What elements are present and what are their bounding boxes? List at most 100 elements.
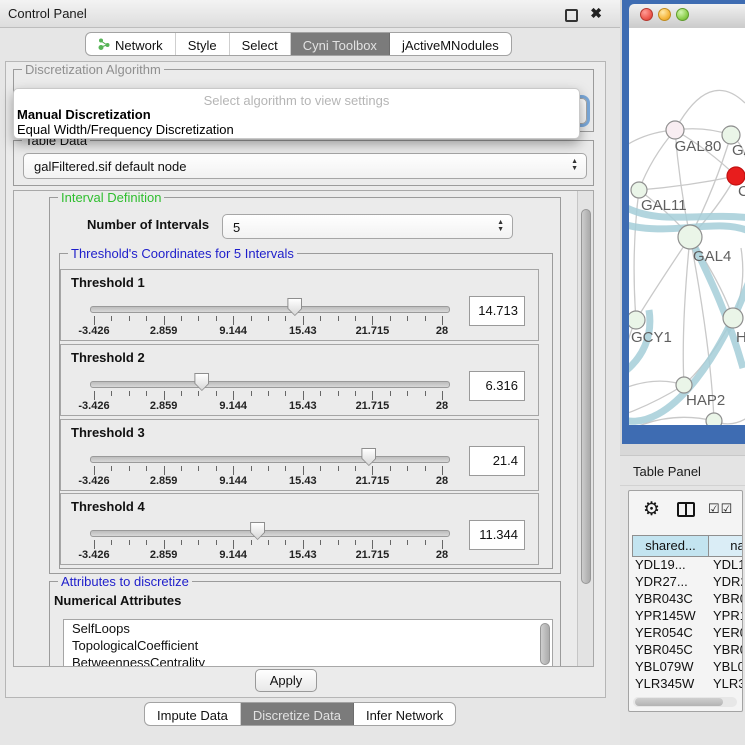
cell-shared-name: YER054C <box>635 625 693 641</box>
numerical-attributes-list[interactable]: SelfLoopsTopologicalCoefficientBetweenne… <box>63 619 553 667</box>
table-horizontal-scrollbar-thumb[interactable] <box>635 698 723 706</box>
table-horizontal-scrollbar[interactable] <box>633 697 737 707</box>
threshold-1-slider[interactable] <box>90 306 450 313</box>
network-edge[interactable] <box>675 90 745 130</box>
slider-tick-label: 15.43 <box>281 475 325 487</box>
cell-shared-name: YBL079W <box>635 659 694 675</box>
threshold-3-panel: Threshold 3 21.4 -3.4262.8599.14415.4321… <box>60 419 539 491</box>
table-row[interactable]: YBR045CYBR04 <box>632 642 743 659</box>
slider-tick <box>164 316 165 325</box>
threshold-3-value-field[interactable]: 21.4 <box>469 446 525 476</box>
threshold-2-value-field[interactable]: 6.316 <box>469 371 525 401</box>
slider-tick <box>303 540 304 549</box>
slider-tick <box>268 540 269 545</box>
network-node-label: HAP2 <box>686 392 725 409</box>
slider-tick-label: -3.426 <box>72 400 116 412</box>
table-data-combo[interactable]: galFiltered.sif default node ▲▼ <box>23 153 587 179</box>
attribute-list-item[interactable]: SelfLoops <box>64 620 552 637</box>
control-panel-titlebar: Control Panel ✖ <box>0 0 620 28</box>
slider-tick-label: 15.43 <box>281 549 325 561</box>
network-node-label: H <box>736 329 745 346</box>
attribute-list-item[interactable]: TopologicalCoefficient <box>64 637 552 654</box>
select-checkboxes-icon[interactable]: ☑☑ <box>708 501 733 517</box>
slider-tick-label: 2.859 <box>142 400 186 412</box>
slider-tick <box>303 391 304 400</box>
network-node[interactable] <box>631 182 647 198</box>
threshold-4-value-field[interactable]: 11.344 <box>469 520 525 550</box>
tab-cyni-toolbox[interactable]: Cyni Toolbox <box>291 33 390 55</box>
tab-select[interactable]: Select <box>230 33 291 55</box>
apply-button[interactable]: Apply <box>255 669 317 692</box>
dropdown-placeholder-option[interactable]: Select algorithm to view settings <box>14 93 579 108</box>
network-window-titlebar <box>629 4 745 29</box>
dropdown-option-equal-width[interactable]: Equal Width/Frequency Discretization <box>17 122 234 137</box>
interval-definition-title: Interval Definition <box>58 190 164 205</box>
tab-impute-data[interactable]: Impute Data <box>145 703 241 725</box>
table-row[interactable]: YER054CYER05 <box>632 625 743 642</box>
slider-tick <box>320 391 321 396</box>
slider-tick <box>94 466 95 475</box>
dropdown-option-manual[interactable]: Manual Discretization <box>17 107 151 122</box>
slider-tick <box>442 540 443 549</box>
tab-infer-network[interactable]: Infer Network <box>354 703 455 725</box>
network-edge[interactable] <box>639 176 736 190</box>
tab-label: Cyni Toolbox <box>303 38 377 53</box>
zoom-traffic-light-icon[interactable] <box>676 8 689 21</box>
network-edge[interactable] <box>683 237 690 385</box>
minimize-traffic-light-icon[interactable] <box>658 8 671 21</box>
table-row[interactable]: YBR043CYBR04 <box>632 591 743 608</box>
network-edge[interactable] <box>636 237 690 320</box>
settings-scrollbar[interactable] <box>577 191 593 666</box>
table-row[interactable]: YDR27...YDR27 <box>632 574 743 591</box>
slider-thumb[interactable] <box>287 298 302 316</box>
cell-shared-name: YDL19... <box>635 557 686 573</box>
network-canvas[interactable]: GAL80GACGAL11GAL4GCY1HHAP2 <box>629 28 745 425</box>
list-scrollbar[interactable] <box>540 623 550 665</box>
cell-shared-name: YBR043C <box>635 591 693 607</box>
attribute-list-item[interactable]: BetweennessCentrality <box>64 654 552 667</box>
threshold-4-label: Threshold 4 <box>71 499 145 514</box>
close-traffic-light-icon[interactable] <box>640 8 653 21</box>
slider-thumb[interactable] <box>194 373 209 391</box>
threshold-coordinates-title: Threshold's Coordinates for 5 Intervals <box>68 246 297 261</box>
tab-discretize-data[interactable]: Discretize Data <box>241 703 354 725</box>
network-node[interactable] <box>706 413 722 425</box>
slider-thumb[interactable] <box>250 522 265 540</box>
settings-scrollbar-thumb[interactable] <box>581 209 591 584</box>
column-header-name[interactable]: name <box>708 535 743 557</box>
slider-thumb[interactable] <box>361 448 376 466</box>
gear-icon[interactable]: ⚙ <box>643 498 660 521</box>
tab-style[interactable]: Style <box>176 33 230 55</box>
network-node[interactable] <box>666 121 684 139</box>
table-row[interactable]: YPR145WYPR14 <box>632 608 743 625</box>
table-row[interactable]: YIL052CYIL05 <box>632 693 743 696</box>
number-of-intervals-combo[interactable]: 5 ▲▼ <box>222 214 513 239</box>
threshold-3-slider[interactable] <box>90 456 450 463</box>
table-row[interactable]: YLR345WYLR34 <box>632 676 743 693</box>
close-icon[interactable]: ✖ <box>590 5 602 22</box>
table-row[interactable]: YBL079WYBL07 <box>632 659 743 676</box>
table-data-group: Table Data galFiltered.sif default node … <box>13 140 594 186</box>
network-node[interactable] <box>678 225 702 249</box>
tab-label: Infer Network <box>366 708 443 723</box>
table-panel-box: ⚙ ☑☑ shared... name YDL19...YDL19YDR27..… <box>628 490 743 712</box>
slider-tick <box>320 540 321 545</box>
tab-jactivemnodules[interactable]: jActiveMNodules <box>390 33 511 55</box>
threshold-4-slider[interactable] <box>90 530 450 537</box>
cell-name: YDR27 <box>713 574 743 590</box>
threshold-2-slider[interactable] <box>90 381 450 388</box>
threshold-1-value-field[interactable]: 14.713 <box>469 296 525 326</box>
network-edge[interactable] <box>639 130 675 190</box>
tab-label: Style <box>188 38 217 53</box>
network-node[interactable] <box>629 311 645 329</box>
column-header-shared-name[interactable]: shared... <box>632 535 709 557</box>
float-window-icon[interactable] <box>565 9 578 22</box>
columns-icon[interactable] <box>677 502 695 517</box>
slider-tick-label: 9.144 <box>211 325 255 337</box>
network-node[interactable] <box>723 308 743 328</box>
network-node[interactable] <box>676 377 692 393</box>
tab-network[interactable]: Network <box>86 33 176 55</box>
slider-tick <box>425 316 426 321</box>
table-row[interactable]: YDL19...YDL19 <box>632 557 743 574</box>
slider-tick-label: 15.43 <box>281 325 325 337</box>
